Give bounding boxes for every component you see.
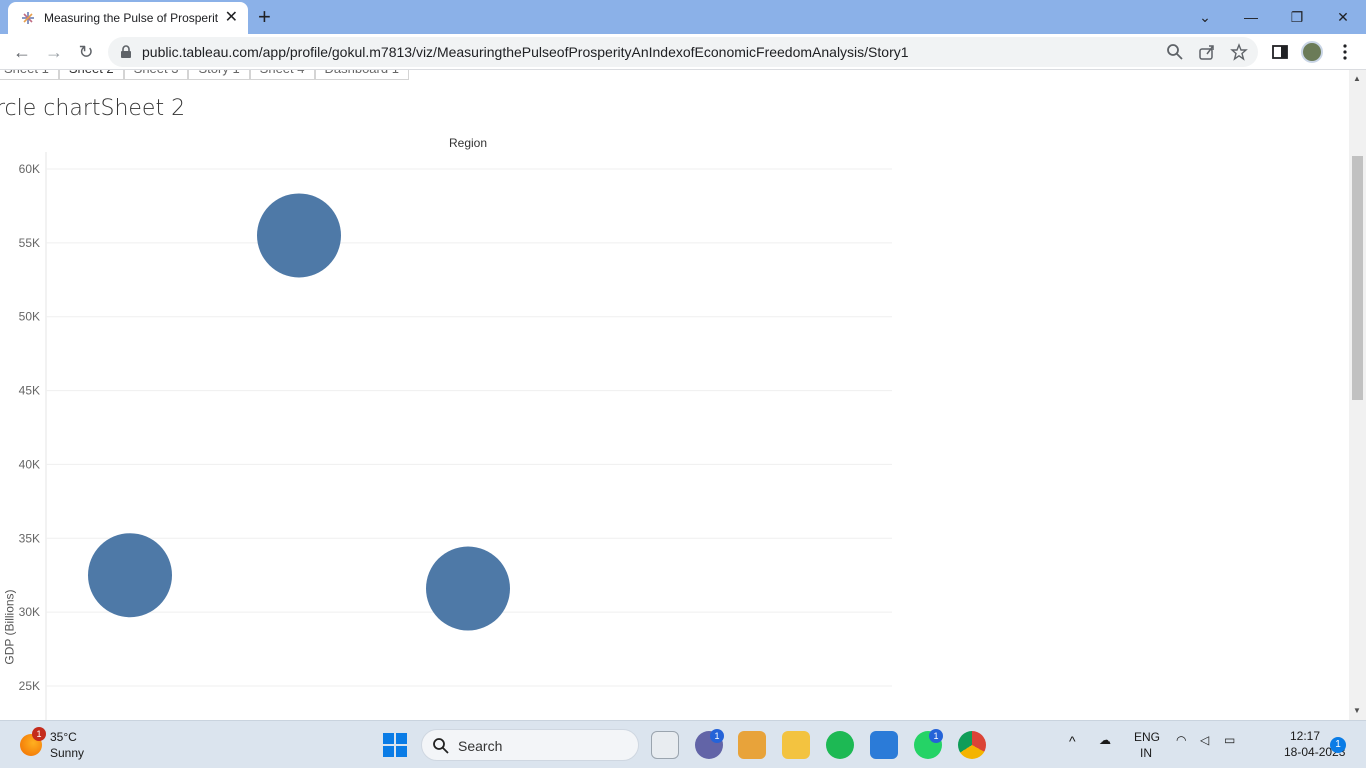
y-tick-label: 55K [19,236,40,250]
bookmark-star-icon[interactable] [1230,43,1248,61]
notification-badge[interactable]: 1 [1330,737,1346,753]
new-tab-icon[interactable]: + [258,5,271,29]
reload-icon[interactable]: ↻ [74,40,98,64]
teams-badge: 1 [710,729,724,743]
address-bar[interactable]: public.tableau.com/app/profile/gokul.m78… [108,37,1258,67]
share-icon[interactable] [1198,43,1216,61]
tab-sheet-1[interactable]: Sheet 1 [0,70,59,80]
windows-start-icon[interactable] [383,733,407,757]
close-window-icon[interactable]: ✕ [1320,4,1366,30]
vertical-scrollbar[interactable]: ▲ ▼ [1349,70,1366,720]
language-indicator[interactable]: ENG [1134,730,1160,744]
file-explorer-icon[interactable] [782,731,810,759]
minimize-icon[interactable]: — [1228,4,1274,30]
forward-arrow-icon[interactable]: → [42,40,66,64]
chrome-icon[interactable] [958,731,986,759]
tab-sheet-3[interactable]: Sheet 3 [123,70,189,80]
browser-titlebar: Measuring the Pulse of Prosperit ✕ + ⌄ —… [0,0,1366,34]
y-tick-label: 60K [19,162,40,176]
story-tab-bar: Sheet 1 Sheet 2 Sheet 3 Story 1 Sheet 4 … [0,70,409,80]
side-panel-icon[interactable] [1270,42,1290,62]
y-tick-label: 25K [19,679,40,693]
y-tick-label: 45K [19,384,40,398]
onedrive-cloud-icon[interactable]: ☁ [1099,733,1111,747]
restore-icon[interactable]: ❐ [1274,4,1320,30]
y-tick-label: 40K [19,457,40,471]
search-icon [433,738,449,754]
weather-badge: 1 [32,727,46,741]
show-hidden-icons-chevron[interactable]: ^ [1069,733,1076,749]
weather-temperature[interactable]: 35°C [50,730,77,744]
circle-mark[interactable] [257,193,341,278]
battery-icon[interactable]: ▭ [1224,733,1235,747]
y-tick-label: 30K [19,605,40,619]
tab-story-1[interactable]: Story 1 [188,70,250,80]
tab-sheet-2[interactable]: Sheet 2 [58,70,124,80]
tab-dashboard-1[interactable]: Dashboard 1 [314,70,409,80]
back-arrow-icon[interactable]: ← [10,40,34,64]
microsoft-store-icon[interactable] [870,731,898,759]
search-icon[interactable] [1166,43,1184,61]
task-view-icon[interactable] [651,731,679,759]
weather-condition[interactable]: Sunny [50,746,84,760]
profile-avatar[interactable] [1301,41,1323,63]
taskbar-search[interactable]: Search [421,729,639,761]
y-tick-label: 35K [19,531,40,545]
volume-icon[interactable]: ◁ [1200,733,1209,747]
windows-taskbar: 1 35°C Sunny Search 1 1 ^ ☁ ENG IN ◠ ◁ ▭… [0,720,1366,768]
whatsapp-badge: 1 [929,729,943,743]
scroll-thumb[interactable] [1352,156,1363,400]
y-tick-label: 50K [19,310,40,324]
browser-tab[interactable]: Measuring the Pulse of Prosperit ✕ [8,2,248,34]
tableau-viz: Sheet 1 Sheet 2 Sheet 3 Story 1 Sheet 4 … [0,70,1366,720]
typing-practice-icon[interactable] [738,731,766,759]
search-label: Search [458,738,503,754]
tableau-favicon-icon [22,12,34,24]
region-column-header: Region [449,136,488,150]
clock-time[interactable]: 12:17 [1290,729,1320,743]
circle-chart: 25K 30K 35K 40K 45K 50K 55K 60K [19,152,892,720]
lock-icon [121,45,131,58]
wifi-icon[interactable]: ◠ [1176,733,1186,747]
spotify-icon[interactable] [826,731,854,759]
tab-search-chevron-icon[interactable]: ⌄ [1182,4,1228,30]
tab-title: Measuring the Pulse of Prosperit [44,11,219,25]
scroll-down-icon[interactable]: ▼ [1353,706,1361,715]
circle-mark[interactable] [88,533,172,618]
tab-close-icon[interactable]: ✕ [225,10,238,26]
url-text[interactable]: public.tableau.com/app/profile/gokul.m78… [142,44,909,60]
sheet-title: rcle chartSheet 2 [0,96,186,121]
circle-mark[interactable] [426,546,510,631]
browser-toolbar: ← → ↻ public.tableau.com/app/profile/gok… [0,34,1366,70]
scroll-up-icon[interactable]: ▲ [1353,74,1361,83]
region-indicator[interactable]: IN [1140,746,1152,760]
tab-sheet-4[interactable]: Sheet 4 [249,70,315,80]
more-options-icon[interactable] [1335,42,1355,62]
